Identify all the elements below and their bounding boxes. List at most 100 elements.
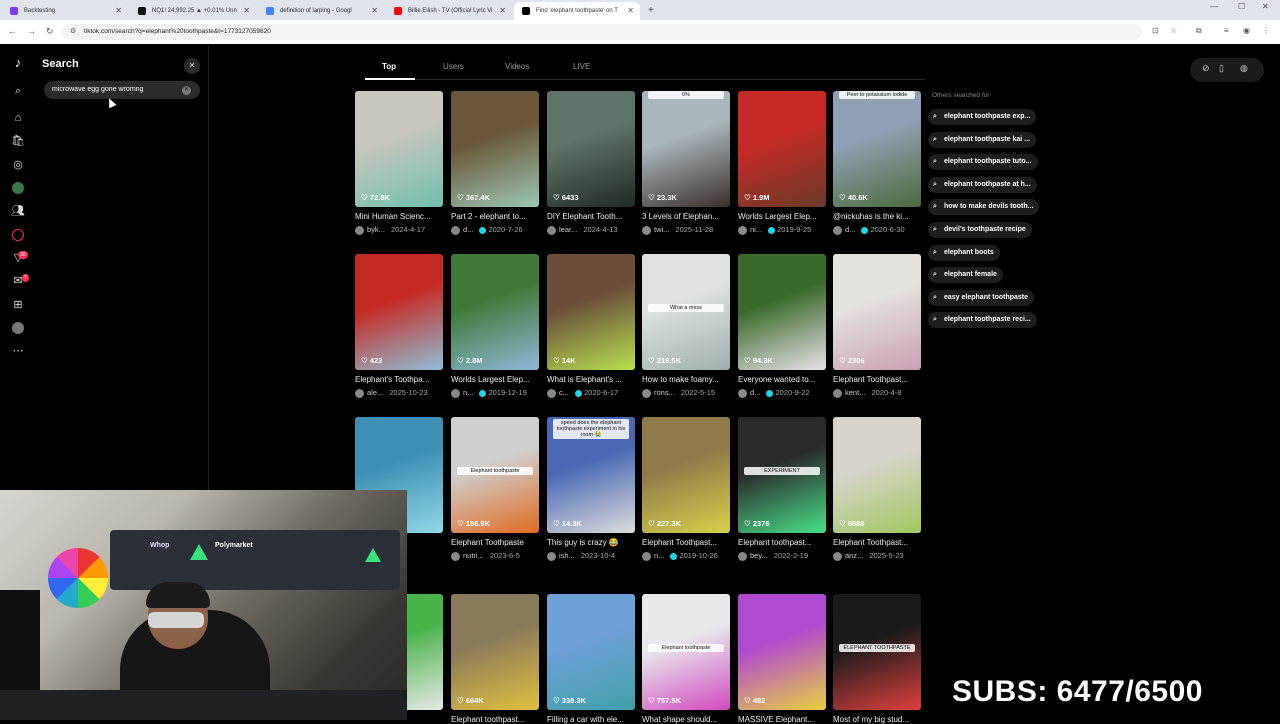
video-caption[interactable]: Worlds Largest Elep... xyxy=(451,375,539,384)
video-caption[interactable]: Elephant toothpast... xyxy=(738,538,826,547)
author-avatar[interactable] xyxy=(642,225,651,235)
tab-close-icon[interactable]: ✕ xyxy=(243,2,250,20)
author-avatar[interactable] xyxy=(738,551,747,561)
video-caption[interactable]: How to make foamy... xyxy=(642,375,730,384)
video-thumbnail[interactable]: EXPERIMENT ♡ 2376 xyxy=(738,417,826,533)
back-icon[interactable]: ← xyxy=(8,26,17,36)
profile-avatar-icon[interactable] xyxy=(10,320,26,336)
video-card[interactable]: ♡ 6433 DIY Elephant Tooth... lear... 2024-4… xyxy=(547,91,635,236)
upload-icon[interactable]: ⊞ xyxy=(10,297,26,313)
author-name[interactable]: d... xyxy=(463,225,473,234)
author-avatar[interactable] xyxy=(451,225,460,235)
author-name[interactable]: lear... xyxy=(559,225,577,234)
author-avatar[interactable] xyxy=(547,225,556,235)
following-avatar-icon[interactable] xyxy=(10,180,26,196)
video-caption[interactable]: Mini Human Scienc... xyxy=(355,212,443,221)
related-search-chip[interactable]: ⌕ elephant toothpaste exp... xyxy=(928,109,1037,125)
video-caption[interactable]: Elephant Toothpast... xyxy=(642,538,730,547)
video-card[interactable]: ♡ 72.8K Mini Human Scienc... byk... 2024-4-… xyxy=(355,91,443,236)
video-thumbnail[interactable]: ♡ 2306 xyxy=(833,254,921,370)
video-card[interactable]: ♡ 94.3K Everyone wanted to... d... 2020-9-2… xyxy=(738,254,826,399)
install-icon[interactable]: ⊡ xyxy=(1152,26,1159,35)
reload-icon[interactable]: ↻ xyxy=(46,26,54,37)
tab-close-icon[interactable]: ✕ xyxy=(371,2,378,20)
video-caption[interactable]: Worlds Largest Elep... xyxy=(738,212,826,221)
video-thumbnail[interactable]: ♡ 2.8M xyxy=(451,254,539,370)
author-name[interactable]: d... xyxy=(845,225,855,234)
video-thumbnail[interactable]: ♡ 338.3K xyxy=(547,594,635,710)
tiktok-logo-icon[interactable]: ♪ xyxy=(10,55,26,71)
author-name[interactable]: kent... xyxy=(845,388,865,397)
author-avatar[interactable] xyxy=(547,551,556,561)
video-caption[interactable]: Part 2 - elephant to... xyxy=(451,212,539,221)
video-thumbnail[interactable]: ♡ 482 xyxy=(738,594,826,710)
author-avatar[interactable] xyxy=(833,225,842,235)
browser-tab-2[interactable]: definition of larping - Googl ✕ xyxy=(258,2,384,20)
video-thumbnail[interactable]: ♡ 423 xyxy=(355,254,443,370)
video-thumbnail[interactable]: Elephant toothpaste ♡ 156.9K xyxy=(451,417,539,533)
video-card[interactable]: ♡ 2.8M Worlds Largest Elep... n... 2019-12-… xyxy=(451,254,539,399)
browser-tab-4[interactable]: Find 'elephant toothpaste' on T ✕ xyxy=(514,2,640,20)
author-name[interactable]: bey... xyxy=(750,551,768,560)
author-name[interactable]: d... xyxy=(750,388,760,397)
video-thumbnail[interactable]: ELEPHANT TOOTHPASTE xyxy=(833,594,921,710)
video-card[interactable]: Elephant toothpaste ♡ 156.9K Elephant Toot… xyxy=(451,417,539,562)
bookmark-star-icon[interactable]: ☆ xyxy=(1170,26,1177,35)
video-thumbnail[interactable]: ♡ 8586 xyxy=(833,417,921,533)
account-avatar-icon[interactable]: ◍ xyxy=(1240,63,1248,74)
coins-icon[interactable]: ⊘ xyxy=(1202,63,1210,74)
video-thumbnail[interactable]: ♡ 94.3K xyxy=(738,254,826,370)
search-icon[interactable]: ⌕ xyxy=(10,83,26,99)
tab-close-icon[interactable]: ✕ xyxy=(627,2,634,20)
tab-videos[interactable]: Videos xyxy=(505,62,529,71)
shop-icon[interactable]: 🛍︎ xyxy=(10,133,26,149)
forward-icon[interactable]: → xyxy=(27,26,36,36)
related-search-chip[interactable]: ⌕ elephant toothpaste kai ... xyxy=(928,131,1036,148)
site-info-icon[interactable]: ⚙ xyxy=(70,24,76,40)
author-avatar[interactable] xyxy=(642,551,651,561)
video-card[interactable]: 0% ♡ 23.3K 3 Levels of Elephan... twi... 202… xyxy=(642,91,730,236)
related-search-chip[interactable]: ⌕ how to make devils tooth... xyxy=(928,199,1040,216)
friends-icon[interactable]: 👥︎ xyxy=(10,203,26,219)
clear-search-icon[interactable]: ✕ xyxy=(182,86,191,95)
tab-live[interactable]: LIVE xyxy=(573,62,590,71)
author-avatar[interactable] xyxy=(451,388,460,398)
related-search-chip[interactable]: ⌕ elephant female xyxy=(928,267,1003,284)
video-card[interactable]: EXPERIMENT ♡ 2376 Elephant toothpast... bey… xyxy=(738,417,826,562)
related-search-chip[interactable]: ⌕ elephant toothpaste reci... xyxy=(928,312,1037,329)
video-thumbnail[interactable]: ♡ 1.9M xyxy=(738,91,826,207)
chrome-menu-icon[interactable]: ⋮ xyxy=(1262,26,1270,35)
video-thumbnail[interactable]: Peer to potassium iodide ♡ 40.6K xyxy=(833,91,921,207)
minimize-icon[interactable]: — xyxy=(1210,2,1218,11)
maximize-icon[interactable]: ☐ xyxy=(1238,2,1245,11)
video-thumbnail[interactable]: What a mess ♡ 219.5K xyxy=(642,254,730,370)
video-caption[interactable]: Elephant's Toothpa... xyxy=(355,375,443,384)
video-caption[interactable]: What is Elephant's ... xyxy=(547,375,635,384)
video-thumbnail[interactable]: ♡ 227.3K xyxy=(642,417,730,533)
video-card[interactable]: ♡ 482 MASSIVE Elephant... xyxy=(738,594,826,724)
video-card[interactable]: ♡ 1.9M Worlds Largest Elep... ni... 2019-9-… xyxy=(738,91,826,236)
author-avatar[interactable] xyxy=(642,388,651,398)
video-thumbnail[interactable]: speed does the elephant toothpaste exper… xyxy=(547,417,635,533)
browser-tab-0[interactable]: Backtesting ✕ xyxy=(2,2,128,20)
video-card[interactable]: Elephant toothpaste ♡ 757.5K What shape sh… xyxy=(642,594,730,724)
video-caption[interactable]: 3 Levels of Elephan... xyxy=(642,212,730,221)
more-icon[interactable]: ⋯ xyxy=(10,343,26,359)
video-thumbnail[interactable]: ♡ 14K xyxy=(547,254,635,370)
video-caption[interactable]: Elephant Toothpast... xyxy=(833,375,921,384)
new-tab-icon[interactable]: + xyxy=(648,2,654,20)
video-card[interactable]: ♡ 227.3K Elephant Toothpast... n... 2019-10… xyxy=(642,417,730,562)
extensions-icon[interactable]: ⧉ xyxy=(1196,26,1202,36)
author-name[interactable]: ale... xyxy=(367,388,383,397)
author-name[interactable]: c... xyxy=(559,388,569,397)
author-name[interactable]: n... xyxy=(654,551,664,560)
video-caption[interactable]: Everyone wanted to... xyxy=(738,375,826,384)
author-name[interactable]: ish... xyxy=(559,551,575,560)
video-card[interactable]: ♡ 14K What is Elephant's ... c... 2020-6-17 xyxy=(547,254,635,399)
search-panel-close-icon[interactable]: ✕ xyxy=(184,58,200,74)
video-card[interactable]: ♡ 367.4K Part 2 - elephant to... d... 2020-… xyxy=(451,91,539,236)
tab-users[interactable]: Users xyxy=(443,62,464,71)
related-search-chip[interactable]: ⌕ easy elephant toothpaste xyxy=(928,289,1035,306)
author-avatar[interactable] xyxy=(833,551,842,561)
author-avatar[interactable] xyxy=(451,551,460,561)
